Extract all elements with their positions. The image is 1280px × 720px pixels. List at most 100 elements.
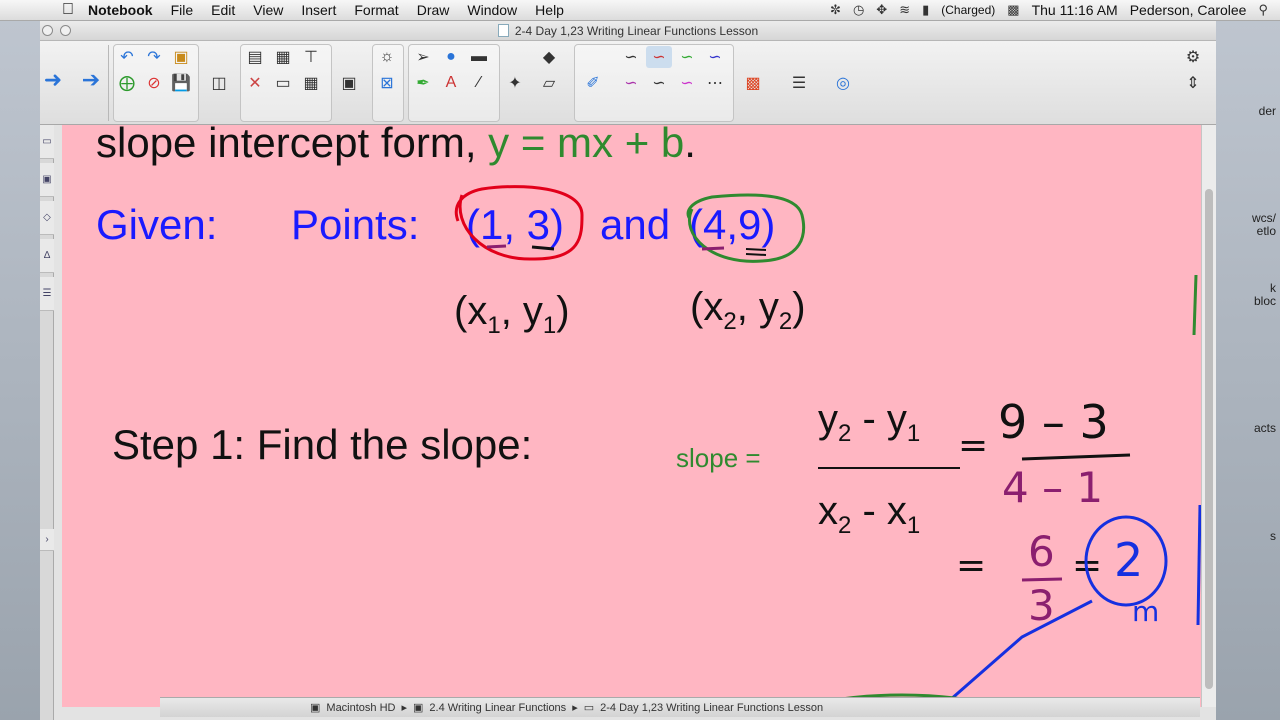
red-circle-stroke — [454, 185, 584, 261]
chevron-right-icon: ▸ — [572, 702, 578, 714]
window-title: 2-4 Day 1,23 Writing Linear Functions Le… — [514, 23, 759, 38]
line-tool-icon[interactable]: ∕ — [466, 72, 492, 94]
pen-style-green[interactable]: ∽ — [674, 46, 700, 68]
properties-tab[interactable]: ∆ — [40, 239, 54, 273]
apple-menu-icon[interactable]:  — [48, 1, 88, 19]
menu-window[interactable]: Window — [467, 2, 517, 18]
path-item[interactable]: Macintosh HD — [326, 702, 395, 714]
add-page-icon[interactable]: ⨁ — [114, 72, 140, 94]
minimize-window-button[interactable] — [60, 25, 71, 36]
notebook-window: 2-4 Day 1,23 Writing Linear Functions Le… — [40, 21, 1216, 720]
wifi-icon[interactable]: ≋ — [899, 2, 910, 18]
close-window-button[interactable] — [42, 25, 53, 36]
shapes-icon[interactable]: ● — [438, 46, 464, 68]
eraser-icon[interactable]: ▬ — [466, 46, 492, 68]
desktop-icon-label: acts — [1253, 421, 1276, 435]
ink-layer — [454, 185, 1201, 707]
eraser-alt-icon[interactable]: ▱ — [536, 72, 562, 94]
time-machine-icon[interactable]: ◷ — [853, 2, 864, 18]
pen-icon[interactable]: ✐ — [580, 72, 606, 94]
blue-arrow-line — [941, 599, 1093, 707]
measurement-tool-icon[interactable]: ☼ — [374, 46, 400, 68]
battery-status[interactable]: (Charged) — [941, 3, 995, 17]
next-page-icon[interactable]: ➔ — [78, 67, 104, 92]
purple-underline-4 — [701, 246, 725, 251]
pen-style-purple[interactable]: ∽ — [618, 72, 644, 94]
document-camera-icon[interactable]: ▣ — [336, 72, 362, 94]
menu-format[interactable]: Format — [354, 2, 398, 18]
purple-underline-1 — [486, 244, 507, 249]
pen-style-black[interactable]: ∽ — [618, 46, 644, 68]
pen-style-dashed[interactable]: ⋯ — [702, 72, 728, 94]
menu-edit[interactable]: Edit — [211, 2, 235, 18]
notebook-page[interactable]: slope intercept form, y = mx + b. Given:… — [62, 125, 1201, 707]
menu-help[interactable]: Help — [535, 2, 564, 18]
disk-icon: ▣ — [310, 702, 321, 714]
open-folder-icon[interactable]: ▣ — [168, 46, 194, 68]
screen-shade-icon[interactable]: ◫ — [206, 72, 232, 94]
hand-small-fraction-bar — [1021, 577, 1063, 582]
path-item[interactable]: 2-4 Day 1,23 Writing Linear Functions Le… — [600, 702, 823, 714]
previous-page-icon[interactable]: ➜ — [40, 67, 66, 92]
toolbar-move-icon[interactable]: ⇕ — [1180, 72, 1206, 94]
folder-icon: ▣ — [413, 702, 424, 714]
paste-icon[interactable]: ▤ — [242, 46, 268, 68]
input-menu-icon[interactable]: ▩ — [1007, 2, 1019, 18]
side-tabs: ▭ ▣ ◇ ∆ ☰ › — [40, 125, 54, 720]
select-pointer-icon[interactable]: ➢ — [410, 46, 436, 68]
save-icon[interactable]: 💾 — [168, 72, 194, 94]
app-menu[interactable]: Notebook — [88, 2, 153, 18]
menu-insert[interactable]: Insert — [301, 2, 336, 18]
blue-edge-mark — [1196, 504, 1201, 626]
sync-icon[interactable]: ✼ — [830, 2, 841, 18]
hand-fraction-bar — [1021, 453, 1131, 461]
menu-view[interactable]: View — [253, 2, 283, 18]
color-palette-icon[interactable]: ▩ — [740, 72, 766, 94]
bluetooth-icon[interactable]: ✥ — [876, 2, 887, 18]
menu-draw[interactable]: Draw — [417, 2, 450, 18]
scrollbar-thumb[interactable] — [1205, 189, 1213, 689]
attachments-tab[interactable]: ◇ — [40, 201, 54, 235]
menubar-user[interactable]: Pederson, Carolee — [1130, 2, 1247, 18]
pen-style-thin[interactable]: ∽ — [646, 72, 672, 94]
desktop-icon-label: der — [1258, 104, 1276, 118]
settings-gear-icon[interactable]: ⚙ — [1180, 46, 1206, 68]
document-icon — [497, 24, 509, 37]
magic-pen-icon[interactable]: ✦ — [502, 72, 528, 94]
line-style-icon[interactable]: ☰ — [786, 72, 812, 94]
text-color-icon[interactable]: A — [438, 72, 464, 94]
desktop-icon-label: bloc — [1253, 294, 1276, 308]
clear-page-icon[interactable]: ✕ — [242, 72, 268, 94]
addons-tab[interactable]: ☰ — [40, 277, 54, 311]
vertical-scrollbar[interactable] — [1201, 125, 1216, 707]
pen-style-magenta[interactable]: ∽ — [674, 72, 700, 94]
delete-page-icon[interactable]: ⊘ — [141, 72, 167, 94]
pen-style-red[interactable]: ∽ — [646, 46, 672, 68]
black-underline-9 — [745, 248, 767, 256]
transparency-icon[interactable]: ◎ — [830, 72, 856, 94]
pen-style-blue[interactable]: ∽ — [702, 46, 728, 68]
toolbar-separator — [108, 45, 109, 121]
path-item[interactable]: 2.4 Writing Linear Functions — [429, 702, 566, 714]
full-screen-icon[interactable]: ▭ — [270, 72, 296, 94]
menu-file[interactable]: File — [171, 2, 194, 18]
green-circle-stroke — [686, 193, 806, 263]
fill-icon[interactable]: ◆ — [536, 46, 562, 68]
battery-icon[interactable]: ▮ — [922, 2, 929, 18]
pens-icon[interactable]: ✒ — [410, 72, 436, 94]
screen-capture-icon[interactable]: ▦ — [270, 46, 296, 68]
desktop-icon-label: s — [1270, 529, 1276, 543]
text-tool-icon[interactable]: ⊤ — [298, 46, 324, 68]
black-underline-3 — [531, 245, 555, 251]
undo-icon[interactable]: ↶ — [114, 46, 140, 68]
spotlight-search-icon[interactable]: ⚲ — [1258, 2, 1268, 18]
table-icon[interactable]: ▦ — [298, 72, 324, 94]
finder-path-bar: ▣ Macintosh HD ▸ ▣ 2.4 Writing Linear Fu… — [160, 697, 1200, 717]
menubar-clock[interactable]: Thu 11:16 AM — [1032, 2, 1118, 18]
gallery-tab[interactable]: ▣ — [40, 163, 54, 197]
sidebar-toggle[interactable]: › — [40, 529, 54, 551]
redo-icon[interactable]: ↷ — [141, 46, 167, 68]
window-titlebar: 2-4 Day 1,23 Writing Linear Functions Le… — [40, 21, 1216, 41]
page-sorter-tab[interactable]: ▭ — [40, 125, 54, 159]
close-tools-icon[interactable]: ⊠ — [374, 72, 400, 94]
